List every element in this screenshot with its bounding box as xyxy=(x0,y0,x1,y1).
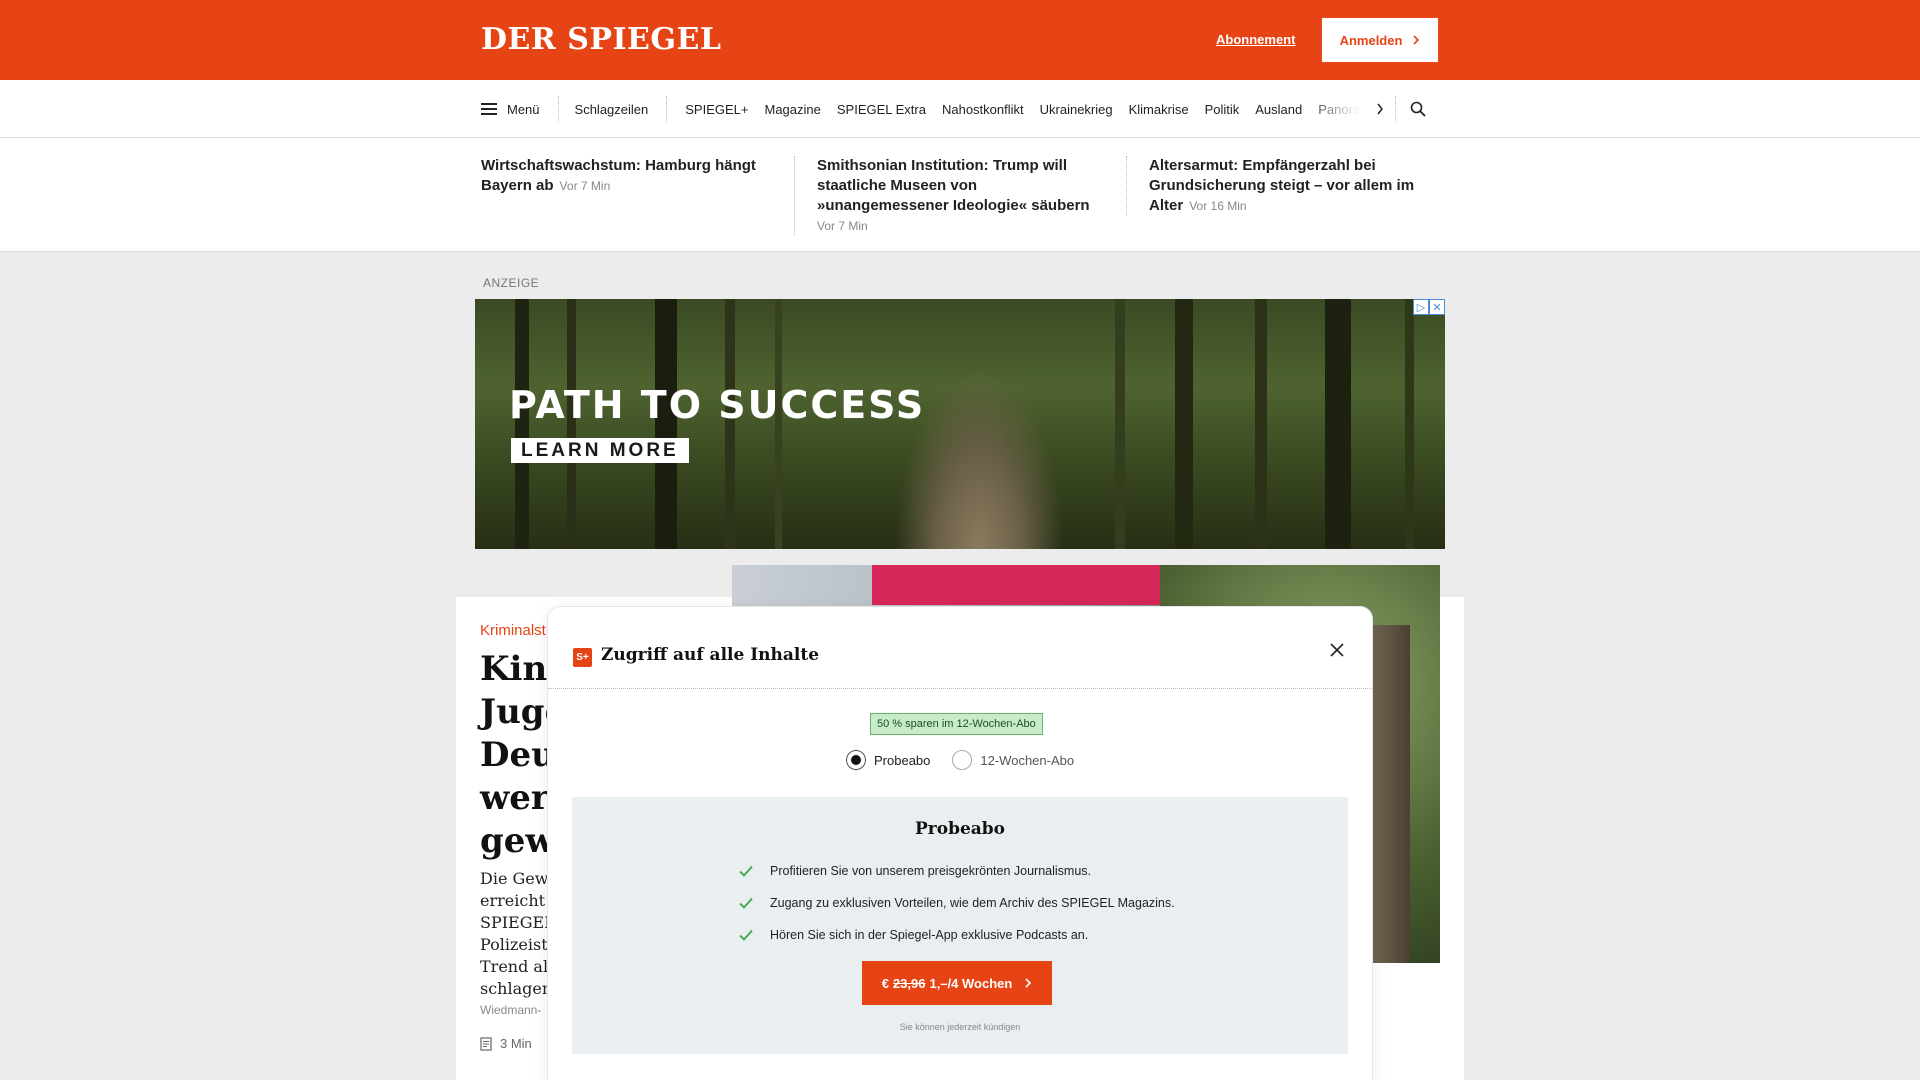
modal-title: Zugriff auf alle Inhalte xyxy=(601,645,820,665)
nav-item-klimakrise[interactable]: Klimakrise xyxy=(1121,96,1197,122)
ad-close-icon[interactable]: ✕ xyxy=(1429,299,1445,315)
benefit-text: Hören Sie sich in der Spiegel-App exklus… xyxy=(770,928,1089,942)
checkmark-icon xyxy=(739,929,753,941)
nav-item-panorama[interactable]: Panorama xyxy=(1310,96,1360,122)
headline-ticker: Wirtschaftswachstum: Hamburg hängt Bayer… xyxy=(0,138,1920,252)
offer-panel: Probeabo Profitieren Sie von unserem pre… xyxy=(572,797,1348,1054)
headline-time: Vor 16 Min xyxy=(1189,199,1247,213)
chevron-right-icon xyxy=(1025,978,1032,988)
ad-info-icon[interactable]: ▷ xyxy=(1413,299,1429,315)
chevron-right-icon xyxy=(1377,103,1384,115)
headline-title: Wirtschaftswachstum: Hamburg hängt Bayer… xyxy=(481,157,756,194)
article-read-time: 3 Min xyxy=(480,1036,532,1051)
checkmark-icon xyxy=(739,897,753,909)
ad-label: ANZEIGE xyxy=(483,276,540,290)
cancel-note: Sie können jederzeit kündigen xyxy=(899,1022,1021,1032)
nav-item-schlagzeilen[interactable]: Schlagzeilen xyxy=(559,96,668,122)
article-kicker[interactable]: Kriminalst xyxy=(480,622,546,639)
read-time-label: 3 Min xyxy=(500,1036,532,1051)
nav-items-scroller: SPIEGEL+ Magazine SPIEGEL Extra Nahostko… xyxy=(677,96,1360,122)
headline-item[interactable]: Smithsonian Institution: Trump will staa… xyxy=(794,156,1112,236)
spiegel-plus-icon: S+ xyxy=(573,648,592,667)
plan-selector: Probeabo 12-Wochen-Abo xyxy=(846,750,1074,770)
modal-header: S+ Zugriff auf alle Inhalte xyxy=(548,607,1372,689)
login-button[interactable]: Anmelden xyxy=(1322,18,1438,62)
document-icon xyxy=(480,1036,492,1051)
nav-item-nahostkonflikt[interactable]: Nahostkonflikt xyxy=(934,96,1032,122)
old-price: 23,96 xyxy=(892,975,926,991)
ad-title: PATH TO SUCCESS xyxy=(509,383,926,427)
nav-item-ukrainekrieg[interactable]: Ukrainekrieg xyxy=(1032,96,1121,122)
search-button[interactable] xyxy=(1396,96,1442,122)
main-navigation: Menü Schlagzeilen SPIEGEL+ Magazine SPIE… xyxy=(0,80,1920,138)
benefit-text: Zugang zu exklusiven Vorteilen, wie dem … xyxy=(770,896,1175,910)
subscription-modal: S+ Zugriff auf alle Inhalte 50 % sparen … xyxy=(548,607,1372,1080)
headline-item[interactable]: Wirtschaftswachstum: Hamburg hängt Bayer… xyxy=(481,156,781,196)
benefit-item: Hören Sie sich in der Spiegel-App exklus… xyxy=(738,919,1175,951)
plan-option-label: Probeabo xyxy=(874,752,931,768)
subscribe-button[interactable]: € 23,96 1,–/4 Wochen xyxy=(862,961,1052,1005)
benefit-list: Profitieren Sie von unserem preisgekrönt… xyxy=(738,855,1175,951)
search-icon xyxy=(1410,101,1426,117)
benefit-item: Profitieren Sie von unserem preisgekrönt… xyxy=(738,855,1175,887)
benefit-item: Zugang zu exklusiven Vorteilen, wie dem … xyxy=(738,887,1175,919)
chevron-right-icon xyxy=(1413,35,1420,45)
plan-option-label: 12-Wochen-Abo xyxy=(980,752,1075,768)
radio-selected-icon[interactable] xyxy=(846,750,866,770)
article-author: Wiedmann- xyxy=(480,1003,542,1017)
offer-title: Probeabo xyxy=(914,819,1006,839)
nav-item-spiegel-plus[interactable]: SPIEGEL+ xyxy=(677,96,756,122)
site-header: DER SPIEGEL Abonnement Anmelden xyxy=(0,0,1920,80)
plan-option-probeabo[interactable]: Probeabo xyxy=(846,750,930,770)
headline-time: Vor 7 Min xyxy=(817,219,868,233)
menu-button[interactable]: Menü xyxy=(481,96,559,122)
price-currency: € xyxy=(881,975,889,991)
nav-item-magazine[interactable]: Magazine xyxy=(756,96,828,122)
nav-scroll-right-button[interactable] xyxy=(1366,96,1396,122)
new-price: 1,–/4 Wochen xyxy=(929,975,1013,991)
spiegel-logo[interactable]: DER SPIEGEL xyxy=(481,22,721,57)
benefit-text: Profitieren Sie von unserem preisgekrönt… xyxy=(770,864,1091,878)
ad-banner[interactable]: PATH TO SUCCESS LEARN MORE ▷ ✕ xyxy=(475,299,1445,549)
nav-item-politik[interactable]: Politik xyxy=(1197,96,1248,122)
ad-cta-button[interactable]: LEARN MORE xyxy=(511,438,689,463)
checkmark-icon xyxy=(739,865,753,877)
close-icon xyxy=(1330,643,1344,657)
nav-item-spiegel-extra[interactable]: SPIEGEL Extra xyxy=(829,96,934,122)
nav-item-ausland[interactable]: Ausland xyxy=(1247,96,1310,122)
radio-unselected-icon[interactable] xyxy=(952,750,973,770)
ad-choices[interactable]: ▷ ✕ xyxy=(1413,299,1445,315)
headline-item[interactable]: Altersarmut: Empfängerzahl bei Grundsich… xyxy=(1126,156,1442,216)
plan-option-12-wochen[interactable]: 12-Wochen-Abo xyxy=(952,750,1074,770)
close-button[interactable] xyxy=(1323,636,1351,664)
hamburger-icon xyxy=(481,103,497,115)
headline-time: Vor 7 Min xyxy=(559,179,611,193)
headline-title: Smithsonian Institution: Trump will staa… xyxy=(817,157,1090,214)
subscription-link[interactable]: Abonnement xyxy=(1216,32,1295,47)
menu-label: Menü xyxy=(507,101,540,117)
savings-badge: 50 % sparen im 12-Wochen-Abo xyxy=(870,713,1043,735)
login-button-label: Anmelden xyxy=(1339,32,1403,48)
